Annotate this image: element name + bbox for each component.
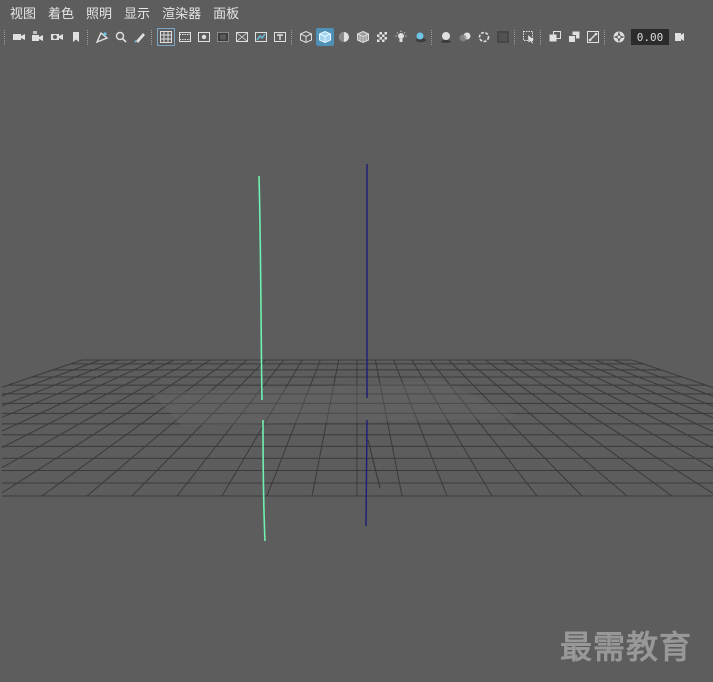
grid-line — [176, 359, 285, 497]
toolbar-separator — [431, 29, 434, 45]
smooth-shade-icon[interactable] — [315, 28, 334, 46]
grid-line — [2, 359, 101, 397]
grid-line — [540, 359, 713, 449]
wireframe-on-shaded-icon[interactable] — [354, 28, 372, 46]
grease-pencil-icon[interactable] — [131, 28, 149, 46]
toolbar-separator — [151, 29, 154, 45]
gate-mask-icon[interactable] — [214, 28, 232, 46]
shadows-icon[interactable] — [411, 28, 429, 46]
xray-active-components-icon[interactable] — [565, 28, 583, 46]
camera-icon[interactable] — [10, 28, 28, 46]
toolbar-separator — [540, 29, 543, 45]
grid-line — [311, 359, 340, 497]
camera-attributes-icon[interactable] — [29, 28, 47, 46]
grid-line — [411, 359, 493, 497]
menu-panels[interactable]: 面板 — [207, 5, 245, 25]
ground-grid — [2, 359, 713, 497]
viewport-canvas[interactable] — [2, 48, 713, 682]
gamma-icon[interactable] — [670, 28, 688, 46]
toolbar-separator — [291, 29, 294, 45]
field-chart-icon[interactable] — [233, 28, 251, 46]
safe-action-icon[interactable] — [252, 28, 270, 46]
grid-line — [448, 359, 583, 497]
curve-a — [258, 175, 266, 542]
wireframe-icon[interactable] — [297, 28, 315, 46]
use-default-material-icon[interactable] — [335, 28, 353, 46]
curve-b — [365, 164, 368, 527]
grid-highlight-patch — [152, 381, 522, 426]
menu-show[interactable]: 显示 — [118, 5, 156, 25]
camera-snapshot-icon[interactable] — [48, 28, 66, 46]
menu-shading[interactable]: 着色 — [42, 5, 80, 25]
grid-line — [429, 359, 538, 497]
toolbar-separator — [514, 29, 517, 45]
grid-line — [2, 359, 156, 432]
grid-icon[interactable] — [156, 28, 175, 46]
grid-line — [2, 359, 211, 494]
use-all-lights-icon[interactable] — [392, 28, 410, 46]
grid-line — [41, 359, 229, 497]
grid-line — [131, 359, 266, 497]
menu-renderer[interactable]: 渲染器 — [156, 5, 207, 25]
grid-line — [558, 359, 713, 433]
image-plane-icon[interactable] — [93, 28, 111, 46]
menu-view[interactable]: 视图 — [4, 5, 42, 25]
toolbar-separator — [604, 29, 607, 45]
3d-viewport[interactable] — [2, 48, 713, 682]
film-gate-icon[interactable] — [176, 28, 194, 46]
xray-icon[interactable] — [546, 28, 564, 46]
grid-line — [2, 359, 119, 407]
grid-line — [393, 359, 448, 497]
multisample-aa-icon[interactable] — [475, 28, 493, 46]
panel-menu-bar: 视图 着色 照明 显示 渲染器 面板 — [0, 4, 713, 26]
grid-line — [613, 359, 713, 397]
grid-line — [595, 359, 713, 407]
watermark-text: 最需教育 — [560, 628, 693, 666]
exposure-icon[interactable] — [610, 28, 628, 46]
safe-title-icon[interactable] — [271, 28, 289, 46]
2d-pan-zoom-icon[interactable] — [112, 28, 130, 46]
grid-line — [2, 359, 193, 469]
grid-line — [503, 359, 713, 495]
screen-space-ao-icon[interactable] — [437, 28, 455, 46]
panel-toolbar — [0, 26, 713, 48]
textured-icon[interactable] — [373, 28, 391, 46]
depth-of-field-icon[interactable] — [494, 28, 512, 46]
grid-line — [266, 359, 321, 497]
toolbar-separator — [4, 29, 7, 45]
exposure-field[interactable] — [631, 29, 669, 45]
resolution-gate-icon[interactable] — [195, 28, 213, 46]
menu-lighting[interactable]: 照明 — [80, 5, 118, 25]
bookmark-icon[interactable] — [67, 28, 85, 46]
curve-b-shadow — [367, 439, 381, 489]
toolbar-separator — [87, 29, 90, 45]
isolate-select-icon[interactable] — [520, 28, 538, 46]
maya-viewport-panel: 视图 着色 照明 显示 渲染器 面板 0.00 最需教育 — [0, 0, 713, 682]
grid-line — [485, 359, 673, 497]
xray-joints-icon[interactable] — [584, 28, 602, 46]
motion-blur-icon[interactable] — [456, 28, 474, 46]
grid-line — [374, 359, 403, 497]
